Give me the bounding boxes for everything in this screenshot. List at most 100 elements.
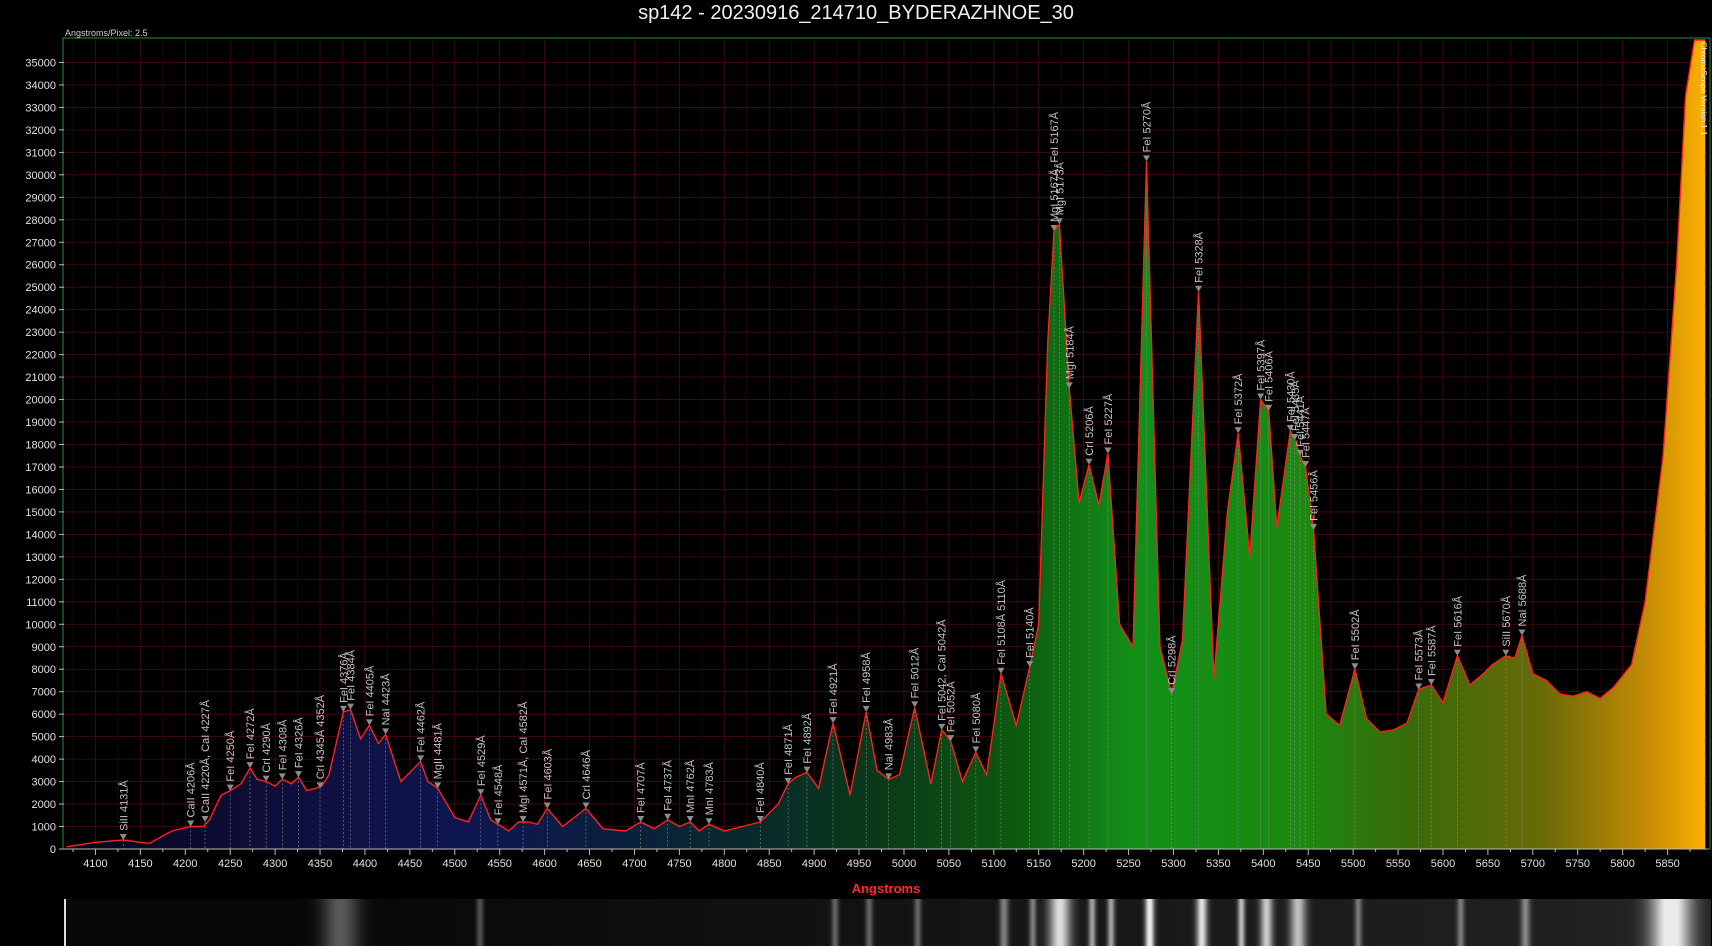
x-tick-label: 5650 [1476, 858, 1500, 870]
x-axis-ticks: 4100 4150 4200 4250 4300 4350 4400 4450 4500 4550… [64, 848, 1708, 870]
x-tick-label: 4250 [218, 858, 242, 870]
y-tick-label: 10000 [25, 619, 56, 631]
y-tick-label: 13000 [25, 552, 56, 564]
line-label: MgII 4481Å [432, 722, 445, 779]
x-tick-label: 4900 [802, 858, 826, 870]
line-label: NaI 4983Å [883, 718, 896, 771]
line-label: SiII 5670Å [1500, 595, 1513, 646]
y-tick-label: 26000 [25, 260, 56, 272]
line-label: FeI 5502Å [1349, 609, 1362, 660]
line-label: FeI 5140Å [1024, 607, 1037, 658]
x-tick-label: 5000 [892, 858, 916, 870]
y-tick-label: 21000 [25, 372, 56, 384]
y-tick-label: 14000 [25, 529, 56, 541]
line-label: FeI 4384Å [345, 649, 358, 700]
x-tick-label: 5500 [1341, 858, 1365, 870]
line-label: CrI 4646Å [580, 749, 593, 799]
y-tick-label: 5000 [32, 732, 56, 744]
x-tick-label: 4350 [308, 858, 332, 870]
line-label: SiII 4131Å [117, 780, 130, 831]
x-tick-label: 5550 [1386, 858, 1410, 870]
y-tick-label: 19000 [25, 417, 56, 429]
line-label: NaI 5688Å [1516, 574, 1529, 627]
line-label: FeI 4405Å [363, 665, 376, 716]
x-tick-label: 4150 [128, 858, 152, 870]
y-tick-label: 33000 [25, 102, 56, 114]
line-label: FeI 4529Å [475, 735, 488, 786]
line-label: NaI 4423Å [380, 673, 393, 726]
x-tick-label: 4100 [83, 858, 107, 870]
x-tick-label: 4450 [398, 858, 422, 870]
x-tick-label: 4600 [532, 858, 556, 870]
spectrum-strip [64, 899, 1711, 946]
line-label: FeI 5587Å [1425, 625, 1438, 676]
line-label: FeI 4308Å [276, 719, 289, 770]
line-label: CrI 4345Å 4352Å [314, 694, 327, 779]
line-label: FeI 4921Å [827, 663, 840, 714]
x-tick-label: 4500 [443, 858, 467, 870]
line-label: FeI 5406Å [1263, 350, 1276, 401]
line-label: FeI 4250Å [224, 730, 237, 781]
y-tick-label: 35000 [25, 57, 56, 69]
y-tick-label: 20000 [25, 395, 56, 407]
y-tick-label: 8000 [32, 664, 56, 676]
y-tick-label: 32000 [25, 125, 56, 137]
y-axis-ticks: 0 1000 2000 3000 4000 5000 6000 7000 8000 9000 100… [25, 57, 64, 856]
x-tick-label: 4550 [487, 858, 511, 870]
x-tick-label: 5450 [1296, 858, 1320, 870]
line-label: FeI 5227Å [1102, 393, 1115, 444]
y-tick-label: 18000 [25, 440, 56, 452]
line-label: FeI 4326Å [293, 717, 306, 768]
x-tick-label: 4200 [173, 858, 197, 870]
line-label: FeI 5108Å 5110Å [995, 579, 1008, 664]
x-tick-label: 5050 [937, 858, 961, 870]
line-label: MnI 4762Å [684, 759, 697, 813]
y-tick-label: 22000 [25, 350, 56, 362]
y-tick-label: 31000 [25, 147, 56, 159]
line-label: CrI 5206Å [1083, 406, 1096, 456]
scale-note: Angstroms/Pixel: 2.5 [65, 28, 148, 38]
line-label: FeI 5456Å [1308, 469, 1321, 520]
line-label: FeI 4272Å [244, 708, 257, 759]
version-badge: ChromaScope Version 1.1 [1699, 42, 1708, 136]
y-tick-label: 34000 [25, 80, 56, 92]
line-label: FeI 4840Å [754, 762, 767, 813]
x-tick-label: 5300 [1161, 858, 1185, 870]
x-tick-label: 5350 [1206, 858, 1230, 870]
y-tick-label: 23000 [25, 327, 56, 339]
line-label: MgI 4571Å, CaI 4582Å [517, 701, 530, 813]
line-label: FeI 5012Å [909, 647, 922, 698]
x-tick-label: 5100 [982, 858, 1006, 870]
line-label: CaII 4220Å, CaI 4227Å [199, 699, 212, 813]
y-tick-label: 28000 [25, 215, 56, 227]
x-tick-label: 4300 [263, 858, 287, 870]
line-label: FeI 4707Å [635, 762, 648, 813]
y-tick-label: 16000 [25, 484, 56, 496]
x-tick-label: 4650 [577, 858, 601, 870]
line-label: FeI 5080Å [970, 692, 983, 743]
y-tick-label: 29000 [25, 192, 56, 204]
line-label: FeI 5328Å [1193, 231, 1206, 282]
line-label: MgI 5173Å [1053, 161, 1066, 215]
y-tick-label: 27000 [25, 237, 56, 249]
x-tick-label: 5200 [1071, 858, 1095, 870]
line-label: CrI 5298Å [1166, 635, 1179, 685]
x-tick-label: 4700 [622, 858, 646, 870]
x-tick-label: 5800 [1610, 858, 1634, 870]
y-tick-label: 12000 [25, 574, 56, 586]
line-label: FeI 5270Å [1141, 101, 1154, 152]
x-tick-label: 5700 [1521, 858, 1545, 870]
y-tick-label: 17000 [25, 462, 56, 474]
y-tick-label: 6000 [32, 709, 56, 721]
y-tick-label: 1000 [32, 822, 56, 834]
y-tick-label: 3000 [32, 777, 56, 789]
y-tick-label: 11000 [26, 597, 56, 609]
line-label: FeI 5447Å [1300, 407, 1313, 458]
y-tick-label: 15000 [25, 507, 56, 519]
x-axis-title: Angstroms [852, 881, 921, 896]
x-tick-label: 4750 [667, 858, 691, 870]
y-tick-label: 7000 [32, 687, 56, 699]
y-tick-label: 24000 [25, 305, 56, 317]
line-label: FeI 5052Å [945, 681, 958, 732]
line-label: FeI 4603Å [541, 748, 554, 799]
